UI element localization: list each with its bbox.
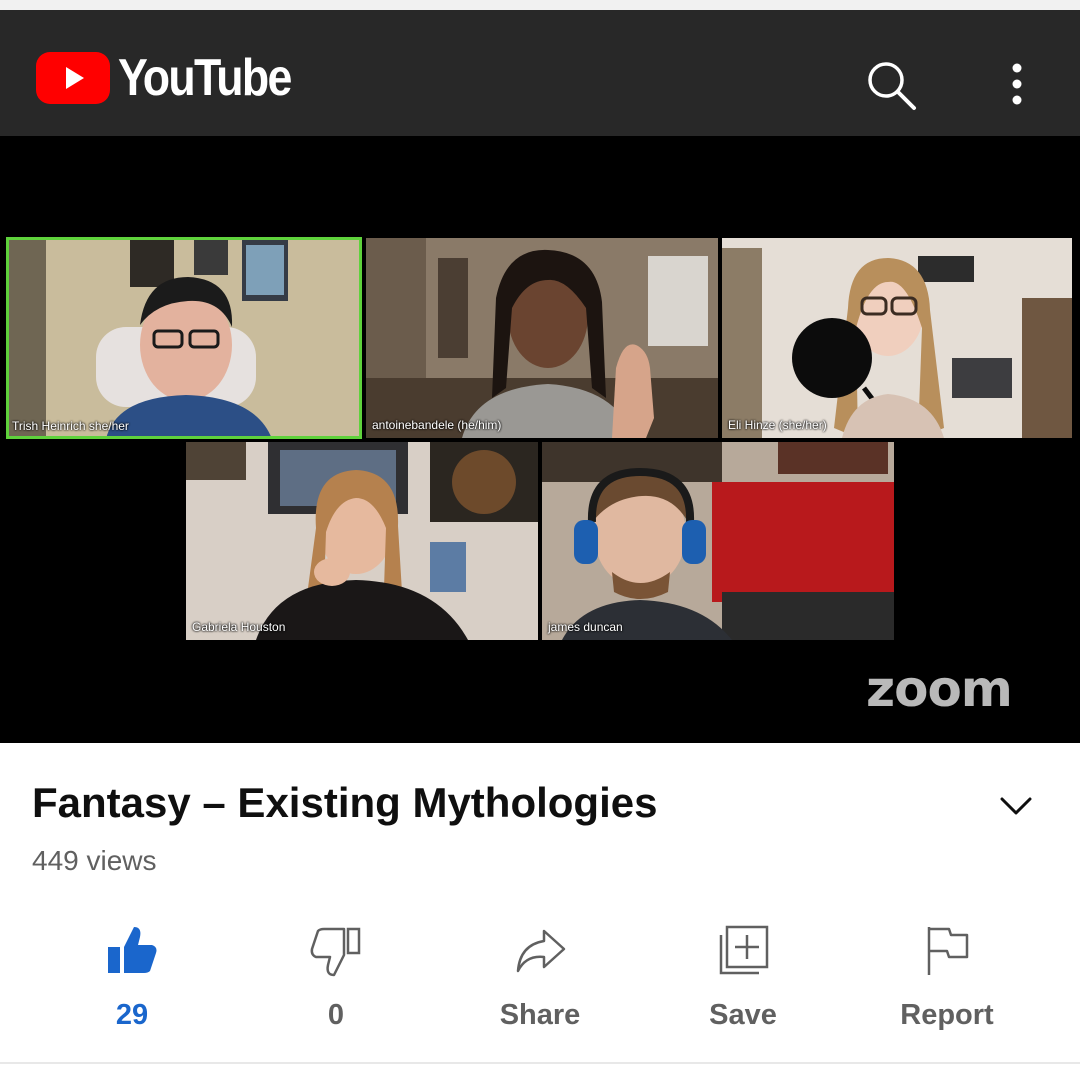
participant-name: Eli Hinze (she/her)	[728, 418, 827, 432]
playlist-add-icon	[719, 925, 769, 975]
participant-video	[366, 238, 718, 438]
dislike-count: 0	[327, 999, 345, 1031]
chevron-down-icon[interactable]	[996, 791, 1036, 821]
view-count: 449 views	[32, 845, 157, 876]
save-button[interactable]: Save	[663, 915, 823, 1035]
save-label: Save	[709, 999, 777, 1031]
participant-video	[186, 442, 538, 640]
play-logo-icon	[36, 52, 110, 104]
thumbs-down-icon	[310, 927, 361, 977]
participant-name: james duncan	[548, 620, 623, 634]
dislike-button[interactable]: 0	[256, 915, 416, 1035]
video-player[interactable]: Trish Heinrich she/her antoinebandele (h…	[0, 136, 1080, 743]
share-label: Share	[499, 999, 581, 1031]
action-bar: 29 0 Share Save Report	[0, 915, 1080, 1035]
report-label: Report	[900, 999, 994, 1031]
participant-name: antoinebandele (he/him)	[372, 418, 502, 432]
participant-tile: Trish Heinrich she/her	[6, 237, 362, 439]
youtube-logo[interactable]: YouTube	[36, 48, 319, 108]
share-icon	[516, 929, 566, 973]
app-bar: YouTube	[0, 10, 1080, 136]
participant-tile: Gabriela Houston	[186, 442, 538, 640]
participant-tile: antoinebandele (he/him)	[366, 238, 718, 438]
participant-name: Gabriela Houston	[192, 620, 286, 634]
video-title[interactable]: Fantasy – Existing Mythologies	[32, 779, 657, 827]
like-count: 29	[115, 999, 149, 1031]
zoom-watermark: zoom	[866, 660, 1013, 718]
participant-video	[6, 237, 362, 439]
like-button[interactable]: 29	[52, 915, 212, 1035]
video-info: Fantasy – Existing Mythologies 449 views…	[0, 743, 1080, 1080]
participant-name: Trish Heinrich she/her	[12, 419, 129, 433]
status-strip	[0, 0, 1080, 10]
participant-video	[722, 238, 1072, 438]
participant-video	[542, 442, 894, 640]
flag-icon	[927, 927, 969, 975]
divider	[0, 1062, 1080, 1064]
participant-tile: Eli Hinze (she/her)	[722, 238, 1072, 438]
more-vert-icon[interactable]	[994, 52, 1040, 116]
thumbs-up-icon	[108, 927, 157, 973]
report-button[interactable]: Report	[867, 915, 1027, 1035]
share-button[interactable]: Share	[460, 915, 620, 1035]
participant-tile: james duncan	[542, 442, 894, 640]
brand-text: YouTube	[118, 49, 292, 107]
search-icon[interactable]	[864, 58, 920, 114]
